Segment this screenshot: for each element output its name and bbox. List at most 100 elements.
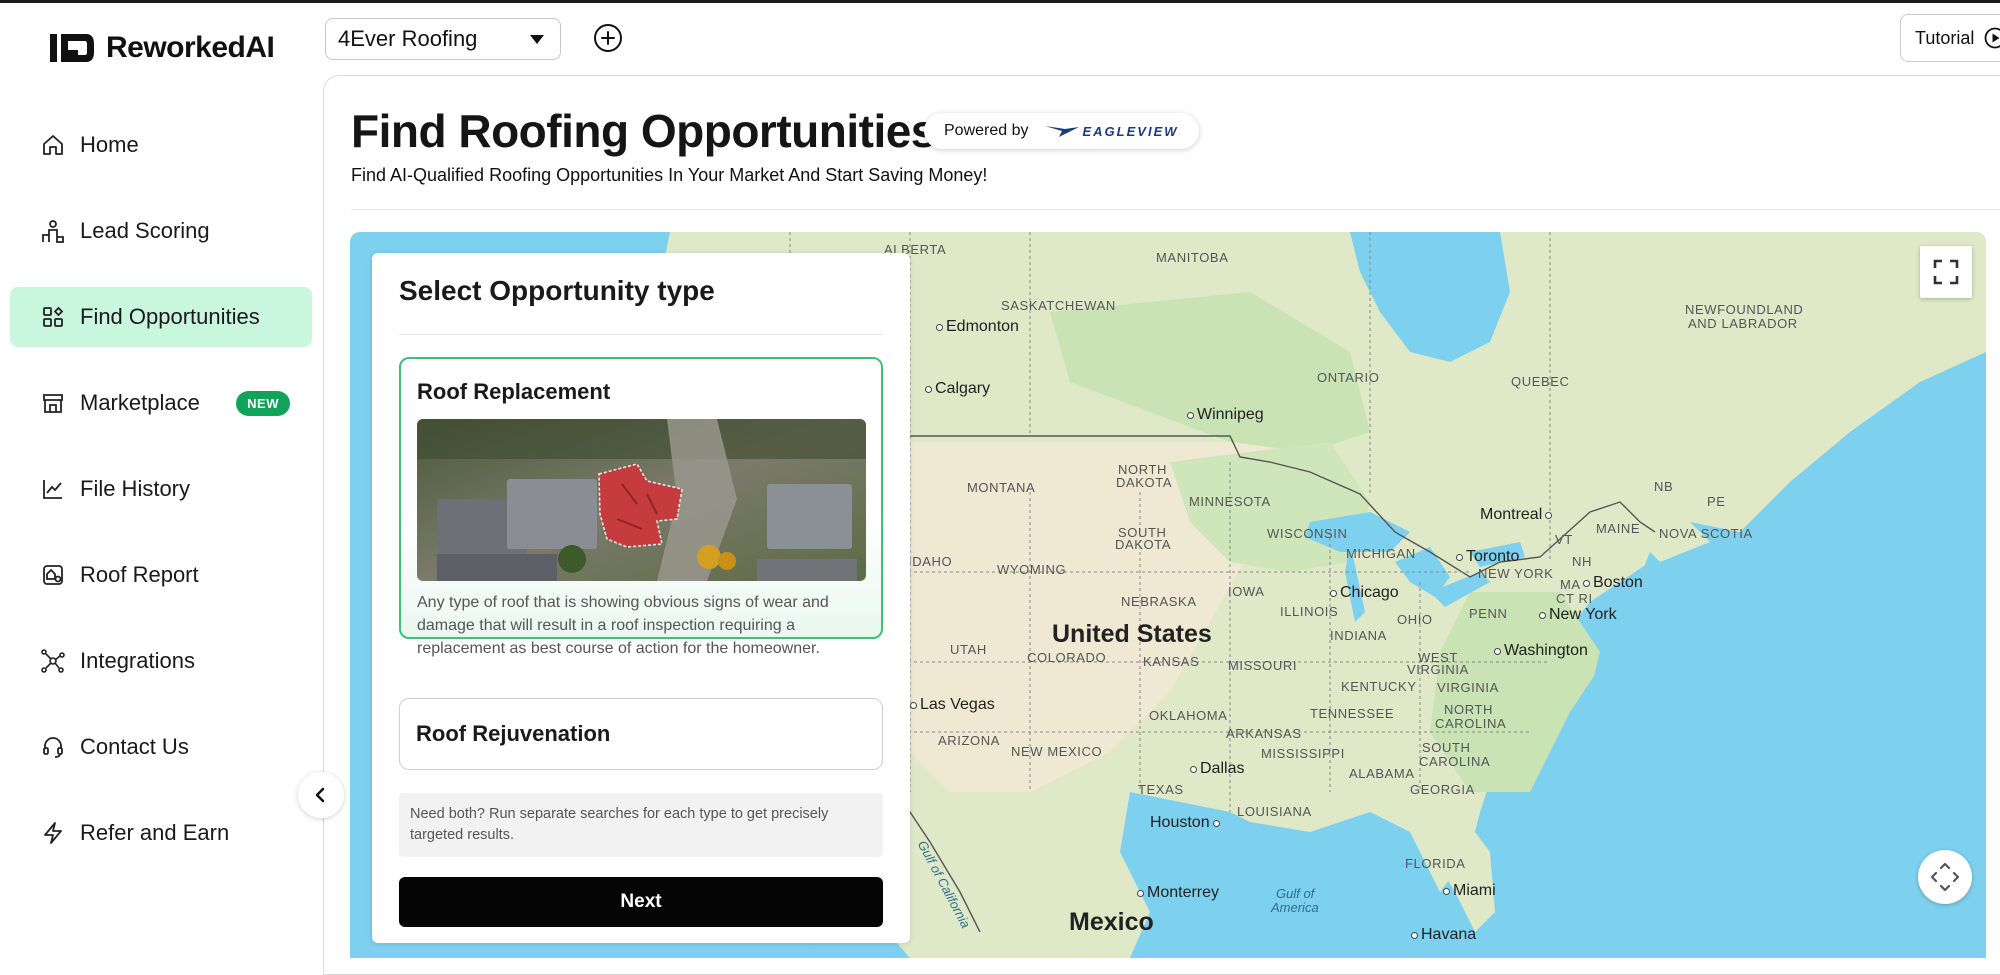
region-label: GEORGIA [1410,782,1475,797]
city-dot [1583,579,1590,587]
sidebar-item-label: Roof Report [80,562,199,587]
option-title: Roof Replacement [417,379,611,404]
sidebar-item-roof-report[interactable]: Roof Report [10,545,312,605]
region-label: CT RI [1556,591,1593,606]
region-label: MICHIGAN [1346,546,1416,561]
opportunity-type-panel: Select Opportunity type Roof Replacement [372,253,910,943]
city-dot [1539,611,1546,619]
sidebar-item-refer-and-earn[interactable]: Refer and Earn [10,803,312,863]
sidebar-item-label: Refer and Earn [80,820,230,845]
city-label: Chicago [1330,584,1399,602]
new-badge: NEW [236,390,290,416]
city-dot [1411,931,1418,939]
region-label: ALABAMA [1349,766,1415,781]
tutorial-label: Tutorial [1915,27,1975,48]
region-label: MANITOBA [1156,250,1229,265]
water-label: Gulf of [1276,886,1315,901]
city-label: Miami [1443,882,1496,900]
city-dot [1190,765,1197,773]
sidebar-item-contact-us[interactable]: Contact Us [10,717,312,777]
fullscreen-button[interactable] [1920,246,1972,298]
chevron-left-icon [315,787,325,803]
region-label: MONTANA [967,480,1036,495]
add-circle-icon[interactable] [592,22,624,54]
region-label: WYOMING [997,562,1067,577]
sidebar-item-label: Find Opportunities [80,304,260,329]
sidebar-item-label: Home [80,132,139,157]
sidebar-item-home[interactable]: Home [10,115,312,175]
region-label: UTAH [950,642,987,657]
city-label: Washington [1494,642,1588,660]
region-label: TENNESSEE [1310,706,1395,721]
eagleview-text: EAGLEVIEW [1082,123,1179,139]
info-note: Need both? Run separate searches for eac… [399,793,883,857]
panel-title: Select Opportunity type [399,275,715,306]
city-dot [1545,511,1553,519]
city-label: Toronto [1456,548,1519,566]
logo[interactable]: ReworkedAI [48,29,275,67]
city-name: Havana [1421,926,1477,943]
country-label-mexico: Mexico [1069,908,1154,936]
city-label: Montreal [1480,506,1553,524]
water-label: America [1271,900,1319,915]
next-button[interactable]: Next [399,877,883,927]
region-label: MA [1560,577,1581,592]
region-label: SASKATCHEWAN [1001,298,1116,313]
region-label: MAINE [1596,521,1641,536]
city-label: Dallas [1190,760,1244,778]
option-roof-rejuvenation[interactable]: Roof Rejuvenation [399,698,883,770]
home-icon [40,132,66,158]
marketplace-icon [40,390,66,416]
region-label: IDAHO [908,554,953,569]
region-label: KENTUCKY [1341,679,1417,694]
region-label: SOUTH [1422,740,1471,755]
region-label: LOUISIANA [1237,804,1312,819]
city-label: Monterrey [1137,884,1219,902]
option-roof-replacement[interactable]: Roof Replacement Any type of roof that i… [399,357,883,657]
lead-scoring-icon [40,218,66,244]
sidebar-item-file-history[interactable]: File History [10,459,312,519]
region-label: PE [1707,494,1726,509]
city-name: Washington [1504,642,1588,659]
tutorial-button[interactable]: Tutorial [1900,14,2000,62]
region-label: OHIO [1397,612,1433,627]
city-label: Boston [1583,574,1643,592]
region-label: PENN [1469,606,1508,621]
region-label: INDIANA [1330,628,1387,643]
city-name: Montreal [1480,506,1543,523]
city-dot [1494,647,1501,655]
region-label: AND LABRADOR [1688,316,1798,331]
lightning-icon [40,820,66,846]
page-subtitle: Find AI-Qualified Roofing Opportunities … [351,165,988,185]
region-label: COLORADO [1027,650,1107,665]
header-divider [351,209,2000,210]
city-label: Houston [1150,814,1220,832]
city-dot [1137,889,1144,897]
sidebar-item-marketplace[interactable]: Marketplace NEW [10,373,312,433]
logo-text: ReworkedAI [106,31,275,64]
contact-icon [40,734,66,760]
sidebar-item-label: Contact Us [80,734,189,759]
integrations-icon [40,648,66,674]
city-label: Havana [1411,926,1476,944]
pan-control-button[interactable] [1918,850,1972,904]
region-label: VIRGINIA [1437,680,1499,695]
option-title: Roof Rejuvenation [416,721,611,746]
sidebar-item-lead-scoring[interactable]: Lead Scoring [10,201,312,261]
region-label: WISCONSIN [1267,526,1348,541]
collapse-sidebar-button[interactable] [298,772,344,818]
region-label: CAROLINA [1419,754,1491,769]
sidebar: ReworkedAI Home Lead Scoring Find Opport… [0,3,322,958]
city-name: Miami [1453,882,1496,899]
eagleview-logo: EAGLEVIEW [1044,123,1179,139]
sidebar-item-integrations[interactable]: Integrations [10,631,312,691]
company-select[interactable]: 4Ever Roofing [325,18,561,60]
sidebar-item-find-opportunities[interactable]: Find Opportunities [10,287,312,347]
region-label: NEBRASKA [1121,594,1197,609]
region-label: VT [1555,532,1573,547]
region-label: MISSISSIPPI [1261,746,1345,761]
reworked-logo-icon [50,34,94,62]
city-dot [1330,589,1337,597]
option-description: Any type of roof that is showing obvious… [417,594,829,657]
company-select-value: 4Ever Roofing [338,26,478,51]
